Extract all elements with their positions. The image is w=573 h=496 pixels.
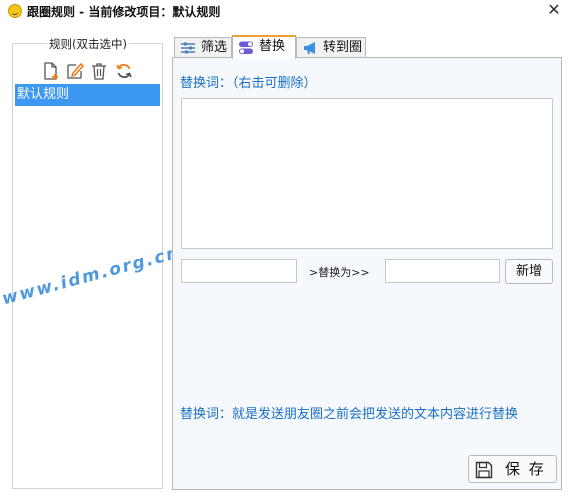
refresh-rule-icon[interactable] — [114, 61, 134, 81]
save-button-label: 保 存 — [505, 460, 546, 478]
rule-list-item[interactable]: 默认规则 — [15, 84, 160, 106]
delete-rule-icon[interactable] — [89, 61, 109, 81]
edit-rule-icon[interactable] — [65, 61, 85, 81]
filter-sliders-icon — [180, 41, 196, 55]
tab-goto-circle-label: 转到圈 — [323, 40, 363, 55]
replace-to-label: >替换为>> — [309, 266, 370, 279]
tab-replace-label: 替换 — [259, 39, 286, 54]
close-icon[interactable]: ✕ — [544, 0, 564, 20]
rules-legend: 规则(双击选中) — [47, 36, 129, 52]
megaphone-icon — [302, 41, 318, 55]
add-button[interactable]: 新增 — [505, 259, 553, 284]
add-button-label: 新增 — [515, 264, 542, 279]
tab-filter[interactable]: 筛选 — [174, 37, 232, 59]
title-bar: 跟圈规则 - 当前修改项目：默认规则 ✕ — [0, 0, 573, 24]
toggle-switch-icon — [238, 41, 254, 55]
new-rule-icon[interactable] — [41, 61, 61, 81]
replace-words-label: 替换词：（右击可删除） — [180, 76, 317, 91]
floppy-disk-icon — [475, 461, 493, 479]
app-smiley-icon — [8, 4, 22, 18]
source-word-input[interactable] — [181, 259, 297, 283]
tab-filter-label: 筛选 — [201, 40, 228, 55]
replace-hint: 替换词：就是发送朋友圈之前会把发送的文本内容进行替换 — [180, 407, 519, 422]
save-button[interactable]: 保 存 — [468, 455, 557, 483]
target-word-input[interactable] — [385, 259, 500, 283]
tab-replace[interactable]: 替换 — [232, 35, 296, 59]
tab-goto-circle[interactable]: 转到圈 — [296, 37, 366, 59]
replace-words-list[interactable] — [181, 98, 553, 249]
window-title: 跟圈规则 - 当前修改项目：默认规则 — [27, 5, 221, 19]
